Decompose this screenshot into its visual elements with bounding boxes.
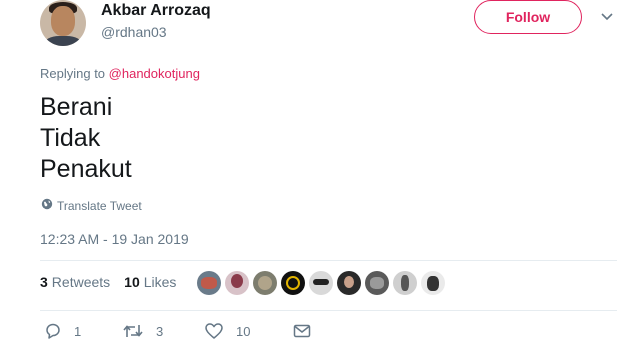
liker-avatar[interactable] bbox=[421, 271, 445, 295]
replying-to-prefix: Replying to bbox=[40, 66, 109, 81]
liker-avatar[interactable] bbox=[225, 271, 249, 295]
author-name[interactable]: Akbar Arrozaq bbox=[101, 2, 211, 20]
globe-icon bbox=[41, 198, 53, 213]
reply-action[interactable]: 1 bbox=[44, 322, 122, 340]
replying-to-link[interactable]: @handokotjung bbox=[109, 66, 200, 81]
liker-avatar[interactable] bbox=[281, 271, 305, 295]
liker-avatar[interactable] bbox=[253, 271, 277, 295]
author-handle[interactable]: @rdhan03 bbox=[101, 24, 167, 40]
tweet-line: Berani bbox=[40, 93, 113, 121]
tweet-line: Penakut bbox=[40, 155, 132, 183]
follow-button[interactable]: Follow bbox=[474, 0, 582, 34]
heart-icon[interactable] bbox=[204, 322, 224, 340]
divider bbox=[40, 310, 617, 311]
liker-avatar[interactable] bbox=[337, 271, 361, 295]
retweet-icon[interactable] bbox=[122, 322, 144, 340]
tweet-stats: 3 Retweets 10 Likes bbox=[40, 274, 176, 290]
liker-avatar[interactable] bbox=[393, 271, 417, 295]
author-avatar[interactable] bbox=[40, 0, 86, 46]
translate-tweet[interactable]: Translate Tweet bbox=[41, 198, 142, 213]
tweet-line: Tidak bbox=[40, 124, 101, 152]
liker-avatars bbox=[197, 271, 445, 295]
tweet-timestamp[interactable]: 12:23 AM - 19 Jan 2019 bbox=[40, 231, 189, 247]
retweet-count: 3 bbox=[156, 323, 164, 339]
like-action[interactable]: 10 bbox=[204, 322, 292, 340]
translate-label[interactable]: Translate Tweet bbox=[57, 199, 142, 213]
tweet-text: Berani Tidak Penakut bbox=[40, 92, 132, 185]
reply-count: 1 bbox=[74, 323, 82, 339]
divider bbox=[40, 260, 617, 261]
envelope-icon[interactable] bbox=[292, 322, 312, 340]
likes-stat[interactable]: 10 Likes bbox=[124, 274, 176, 290]
tweet-actions: 1 3 10 bbox=[44, 322, 312, 340]
chevron-down-icon[interactable] bbox=[600, 10, 614, 24]
replying-to: Replying to @handokotjung bbox=[40, 66, 200, 81]
message-action[interactable] bbox=[292, 322, 312, 340]
retweet-action[interactable]: 3 bbox=[122, 322, 204, 340]
liker-avatar[interactable] bbox=[197, 271, 221, 295]
reply-icon[interactable] bbox=[44, 322, 62, 340]
liker-avatar[interactable] bbox=[365, 271, 389, 295]
like-count: 10 bbox=[236, 323, 251, 339]
retweets-stat[interactable]: 3 Retweets bbox=[40, 274, 110, 290]
liker-avatar[interactable] bbox=[309, 271, 333, 295]
